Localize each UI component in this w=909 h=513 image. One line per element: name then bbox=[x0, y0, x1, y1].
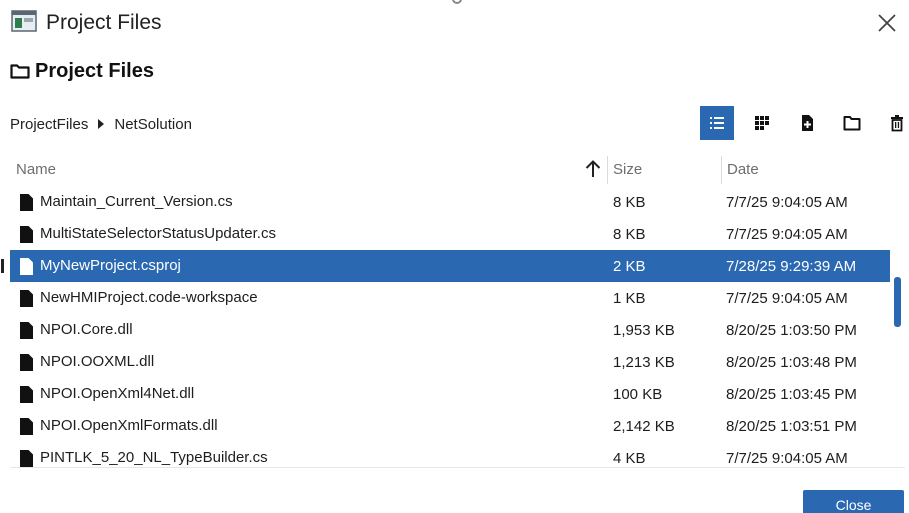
file-icon bbox=[20, 194, 33, 211]
file-icon bbox=[20, 354, 33, 371]
column-header-name[interactable]: Name bbox=[16, 152, 608, 186]
table-row-selected[interactable]: MyNewProject.csproj 2 KB 7/28/25 9:29:39… bbox=[1, 250, 890, 282]
folder-icon bbox=[843, 116, 861, 131]
row-indicator bbox=[1, 259, 4, 273]
file-list: Maintain_Current_Version.cs 8 KB 7/7/25 … bbox=[1, 186, 890, 474]
project-files-dialog: Project Files Project Files ProjectFiles… bbox=[0, 0, 909, 513]
file-date: 7/7/25 9:04:05 AM bbox=[726, 450, 848, 467]
window-title: Project Files bbox=[46, 11, 162, 34]
column-header-date[interactable]: Date bbox=[727, 152, 759, 186]
file-size: 1,953 KB bbox=[613, 322, 675, 339]
new-file-icon bbox=[802, 115, 813, 131]
file-name: PINTLK_5_20_NL_TypeBuilder.cs bbox=[40, 449, 268, 466]
file-size: 4 KB bbox=[613, 450, 646, 467]
file-name: Maintain_Current_Version.cs bbox=[40, 193, 233, 210]
scrollbar-thumb[interactable] bbox=[894, 277, 901, 327]
file-size: 100 KB bbox=[613, 386, 663, 403]
new-file-button[interactable] bbox=[790, 106, 824, 140]
file-size: 2 KB bbox=[613, 258, 646, 275]
file-date: 7/7/25 9:04:05 AM bbox=[726, 290, 848, 307]
file-date: 8/20/25 1:03:50 PM bbox=[726, 322, 857, 339]
arrow-up-icon[interactable] bbox=[584, 159, 602, 179]
file-name: MultiStateSelectorStatusUpdater.cs bbox=[40, 225, 276, 242]
file-icon bbox=[20, 322, 33, 339]
table-row[interactable]: Maintain_Current_Version.cs 8 KB 7/7/25 … bbox=[10, 186, 890, 218]
file-size: 1,213 KB bbox=[613, 354, 675, 371]
file-name: MyNewProject.csproj bbox=[40, 257, 181, 274]
column-divider bbox=[721, 156, 722, 184]
table-row[interactable]: NPOI.OOXML.dll 1,213 KB 8/20/25 1:03:48 … bbox=[10, 346, 890, 378]
table-row[interactable]: PINTLK_5_20_NL_TypeBuilder.cs 4 KB 7/7/2… bbox=[10, 442, 890, 474]
grid-view-button[interactable] bbox=[745, 106, 779, 140]
file-icon bbox=[20, 290, 33, 307]
table-row[interactable]: NPOI.OpenXmlFormats.dll 2,142 KB 8/20/25… bbox=[10, 410, 890, 442]
page-title: Project Files bbox=[35, 59, 154, 82]
title-bar: Project Files bbox=[0, 0, 909, 46]
file-date: 7/7/25 9:04:05 AM bbox=[726, 194, 848, 211]
file-size: 8 KB bbox=[613, 194, 646, 211]
folder-icon bbox=[10, 64, 30, 79]
file-name: NPOI.OOXML.dll bbox=[40, 353, 155, 370]
file-date: 8/20/25 1:03:51 PM bbox=[726, 418, 857, 435]
column-divider bbox=[607, 156, 608, 184]
file-name: NPOI.OpenXmlFormats.dll bbox=[40, 417, 218, 434]
file-date: 7/28/25 9:29:39 AM bbox=[726, 258, 857, 275]
file-name: NPOI.Core.dll bbox=[40, 321, 133, 338]
close-button[interactable]: Close bbox=[803, 490, 904, 513]
table-row[interactable]: NPOI.OpenXml4Net.dll 100 KB 8/20/25 1:03… bbox=[10, 378, 890, 410]
column-header-size[interactable]: Size bbox=[613, 152, 642, 186]
list-view-icon bbox=[710, 117, 724, 129]
delete-button[interactable] bbox=[880, 106, 909, 140]
table-row[interactable]: NPOI.Core.dll 1,953 KB 8/20/25 1:03:50 P… bbox=[10, 314, 890, 346]
file-table: Name Size Date Maintain_Current_Version.… bbox=[1, 152, 905, 468]
table-row[interactable]: MultiStateSelectorStatusUpdater.cs 8 KB … bbox=[10, 218, 890, 250]
file-date: 8/20/25 1:03:48 PM bbox=[726, 354, 857, 371]
list-view-button[interactable] bbox=[700, 106, 734, 140]
file-name: NewHMIProject.code-workspace bbox=[40, 289, 258, 306]
window-edge-indicator bbox=[452, 0, 462, 4]
file-icon bbox=[20, 226, 33, 243]
file-icon bbox=[20, 418, 33, 435]
file-icon bbox=[20, 450, 33, 467]
file-toolbar bbox=[700, 106, 909, 140]
file-date: 7/7/25 9:04:05 AM bbox=[726, 226, 848, 243]
file-size: 1 KB bbox=[613, 290, 646, 307]
close-icon[interactable] bbox=[874, 10, 900, 36]
trash-icon bbox=[891, 115, 903, 132]
breadcrumb: ProjectFiles NetSolution bbox=[10, 114, 192, 134]
grid-view-icon bbox=[755, 116, 769, 130]
breadcrumb-item-netsolution[interactable]: NetSolution bbox=[114, 116, 192, 133]
file-name: NPOI.OpenXml4Net.dll bbox=[40, 385, 195, 402]
table-row[interactable]: NewHMIProject.code-workspace 1 KB 7/7/25… bbox=[10, 282, 890, 314]
file-icon bbox=[20, 258, 33, 275]
file-size: 8 KB bbox=[613, 226, 646, 243]
app-window-icon bbox=[11, 10, 37, 32]
page-heading: Project Files bbox=[10, 58, 154, 84]
file-size: 2,142 KB bbox=[613, 418, 675, 435]
file-date: 8/20/25 1:03:45 PM bbox=[726, 386, 857, 403]
breadcrumb-item-projectfiles[interactable]: ProjectFiles bbox=[10, 116, 88, 133]
caret-right-icon bbox=[98, 119, 105, 129]
new-folder-button[interactable] bbox=[835, 106, 869, 140]
file-icon bbox=[20, 386, 33, 403]
table-header: Name Size Date bbox=[10, 152, 890, 186]
